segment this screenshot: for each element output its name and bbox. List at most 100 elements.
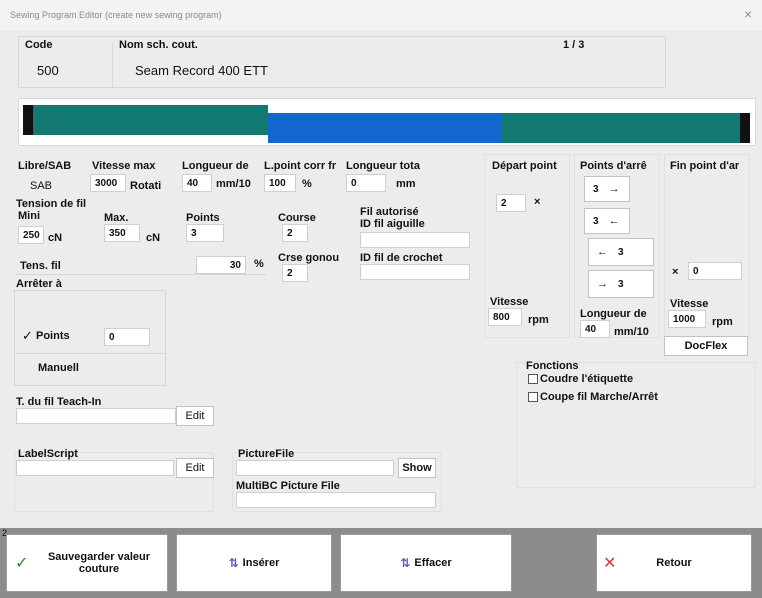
close-icon[interactable]: × <box>744 6 752 22</box>
retour-button-label: Retour <box>656 557 692 569</box>
longueur-label: Longueur de <box>182 160 249 172</box>
fin-vitesse-input[interactable]: 1000 <box>668 310 706 328</box>
multibc-input[interactable] <box>236 492 436 508</box>
longueur-tot-label: Longueur tota <box>346 160 420 172</box>
depart-vitesse-label: Vitesse <box>490 296 529 308</box>
arret-row-4-value[interactable]: 3 <box>614 275 628 293</box>
bar-segment-3[interactable] <box>502 113 740 143</box>
longueur-unit: mm/10 <box>216 178 251 190</box>
vitesse-max-label: Vitesse max <box>92 160 156 172</box>
fil-autorise-label: Fil autorisé <box>360 206 419 218</box>
mini-unit: cN <box>48 232 63 244</box>
max-label: Max. <box>104 212 129 224</box>
delete-icon: ⇅ <box>400 556 411 570</box>
id-crochet-label: ID fil de crochet <box>360 252 443 264</box>
window-title: Sewing Program Editor (create new sewing… <box>10 10 222 20</box>
depart-x-glyph: × <box>534 196 541 208</box>
mini-input[interactable]: 250 <box>18 226 44 244</box>
arrow-left-icon: ← <box>608 215 620 227</box>
vitesse-max-unit: Rotati <box>130 180 162 192</box>
arret-row-3-value[interactable]: 3 <box>614 243 628 261</box>
bar-segment-1[interactable] <box>33 105 268 135</box>
retour-button[interactable]: ✕ Retour <box>596 534 752 592</box>
save-button[interactable]: ✓ Sauvegarder valeur couture <box>6 534 168 592</box>
sequence-bar <box>18 98 756 146</box>
lpoint-unit: % <box>302 178 312 190</box>
check-icon: ✓ <box>22 328 33 343</box>
bar-segment-end <box>740 113 750 143</box>
delete-button-label: Effacer <box>414 557 452 569</box>
id-aiguille-label: ID fil aiguille <box>360 218 425 230</box>
crse-input[interactable]: 2 <box>282 264 308 282</box>
arreter-manuel-label[interactable]: Manuell <box>38 362 79 374</box>
points-input[interactable]: 3 <box>186 224 224 242</box>
longueur-tot-input[interactable]: 0 <box>346 174 386 192</box>
tens-fil-label: Tens. fil <box>20 260 61 272</box>
close-icon: ✕ <box>603 555 617 572</box>
fin-point-input[interactable]: 0 <box>688 262 742 280</box>
arreter-points-input[interactable]: 0 <box>104 328 150 346</box>
delete-button[interactable]: ⇅ Effacer <box>340 534 512 592</box>
arret-longueur-input[interactable]: 40 <box>580 320 610 338</box>
course-input[interactable]: 2 <box>282 224 308 242</box>
arreter-label: Arrêter à <box>16 278 62 290</box>
check-icon: ✓ <box>15 555 29 572</box>
tens-fil-input[interactable]: 30 <box>196 256 246 274</box>
libre-sab-label: Libre/SAB <box>18 160 72 172</box>
course-label: Course <box>278 212 316 224</box>
arret-row-1-value[interactable]: 3 <box>589 180 603 198</box>
show-button[interactable]: Show <box>398 458 436 478</box>
arrow-right-icon: → <box>608 183 620 195</box>
arrow-left-icon: ← <box>597 246 608 258</box>
tens-fil-underline <box>16 274 266 275</box>
save-button-label: Sauvegarder valeur couture <box>47 551 151 575</box>
vitesse-max-input[interactable]: 3000 <box>90 174 126 192</box>
arreter-points-label[interactable]: Points <box>36 330 70 342</box>
longueur-input[interactable]: 40 <box>182 174 212 192</box>
labelscript-input[interactable] <box>16 460 174 476</box>
checkbox-coudre[interactable] <box>528 374 538 384</box>
arret-row-2[interactable]: 3 ← <box>584 208 630 234</box>
max-unit: cN <box>146 232 161 244</box>
multibc-label: MultiBC Picture File <box>236 480 340 492</box>
arret-row-3[interactable]: ← 3 <box>588 238 654 266</box>
picture-input[interactable] <box>236 460 394 476</box>
points-label: Points <box>186 212 220 224</box>
arret-row-2-value[interactable]: 3 <box>589 212 603 230</box>
insert-button-label: Insérer <box>242 557 280 569</box>
fonctions-label: Fonctions <box>526 360 579 372</box>
id-aiguille-input[interactable] <box>360 232 470 248</box>
arret-row-4[interactable]: → 3 <box>588 270 654 298</box>
arrow-right-icon: → <box>597 278 608 290</box>
fin-vitesse-label: Vitesse <box>670 298 709 310</box>
fin-point-label: Fin point d'ar <box>670 160 740 172</box>
bar-segment-2[interactable] <box>268 113 502 143</box>
labelscript-label: LabelScript <box>18 448 78 460</box>
name-value[interactable]: Seam Record 400 ETT <box>135 63 268 78</box>
fin-vitesse-unit: rpm <box>712 316 733 328</box>
arreter-divider <box>15 353 165 354</box>
crse-label: Crse gonou <box>278 252 340 264</box>
header-divider <box>112 43 113 87</box>
max-input[interactable]: 350 <box>104 224 140 242</box>
arret-row-1[interactable]: 3 → <box>584 176 630 202</box>
libre-sab-value[interactable]: SAB <box>30 180 52 192</box>
coupe-label[interactable]: Coupe fil Marche/Arrêt <box>540 391 658 403</box>
tens-fil-unit: % <box>254 258 264 270</box>
insert-icon: ⇅ <box>228 556 239 570</box>
coudre-label[interactable]: Coudre l'étiquette <box>540 373 633 385</box>
teach-edit-button[interactable]: Edit <box>176 406 214 426</box>
points-arret-label: Points d'arrê <box>580 160 647 172</box>
depart-vitesse-input[interactable]: 800 <box>488 308 522 326</box>
insert-button[interactable]: ⇅ Insérer <box>176 534 332 592</box>
name-label: Nom sch. cout. <box>119 39 198 51</box>
id-crochet-input[interactable] <box>360 264 470 280</box>
checkbox-coupe[interactable] <box>528 392 538 402</box>
code-value[interactable]: 500 <box>37 63 59 78</box>
teach-input[interactable] <box>16 408 176 424</box>
lpoint-input[interactable]: 100 <box>264 174 296 192</box>
picture-label: PictureFile <box>238 448 295 460</box>
depart-input[interactable]: 2 <box>496 194 526 212</box>
labelscript-edit-button[interactable]: Edit <box>176 458 214 478</box>
docflex-button[interactable]: DocFlex <box>664 336 748 356</box>
